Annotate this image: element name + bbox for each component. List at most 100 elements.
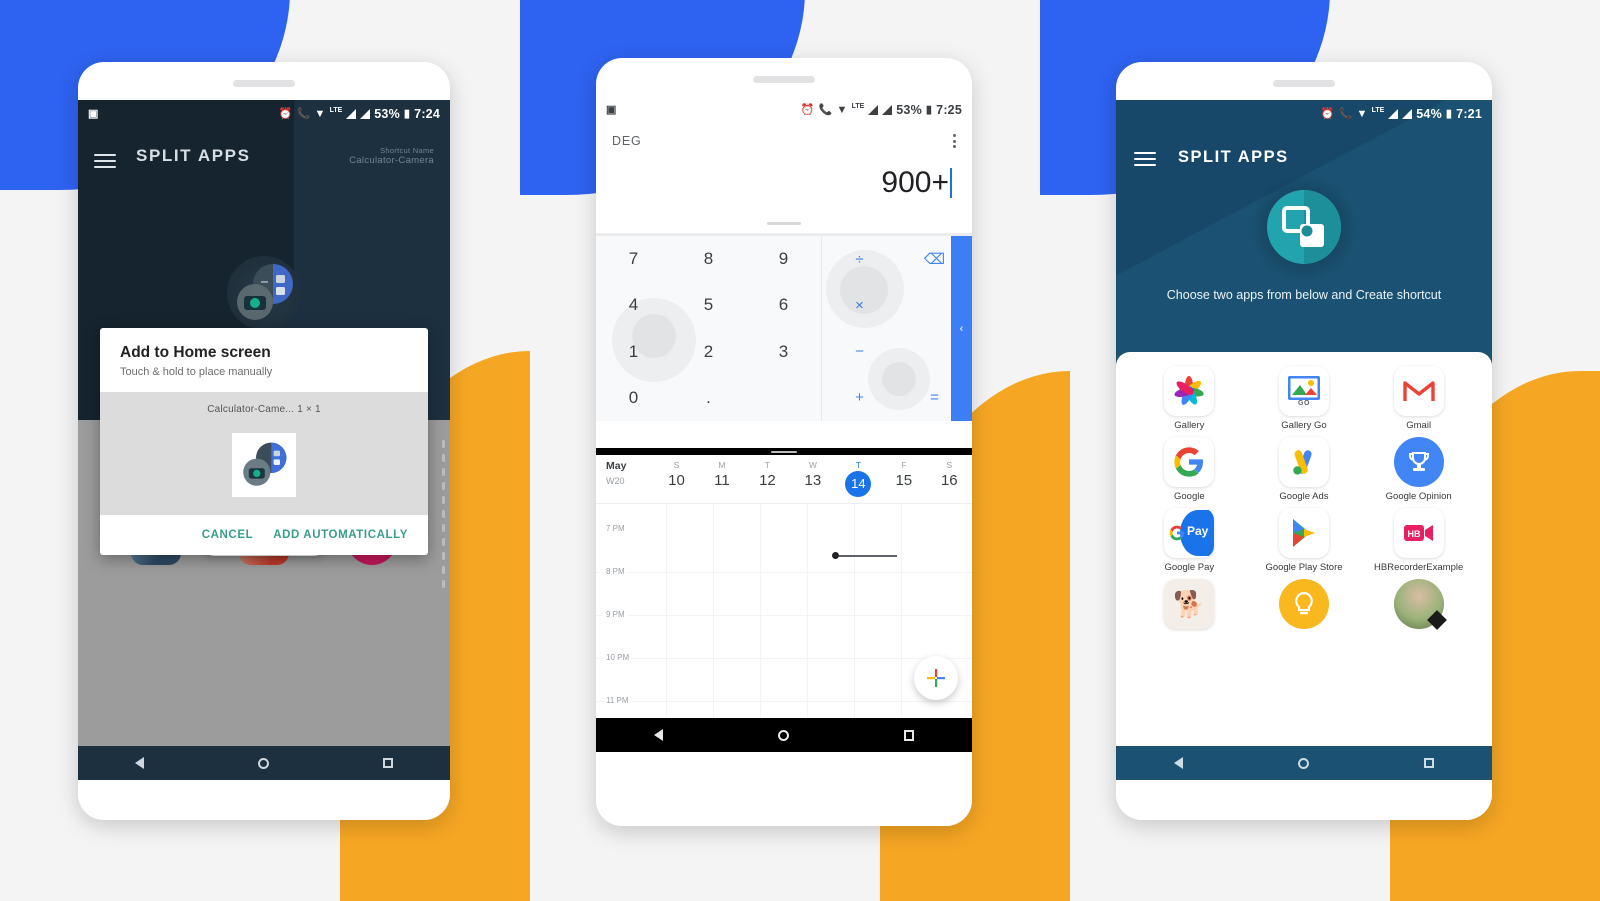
calendar-day-cell[interactable]: S 16 <box>927 460 972 497</box>
calendar-hour-row[interactable]: 9 PM <box>596 610 972 659</box>
app-item-portrait-photo[interactable] <box>1361 579 1476 633</box>
calendar-week-header: May W20 S 10 M 11 T 12 W 13 T 14 F 15 S … <box>596 455 972 504</box>
calendar-hour-row[interactable]: 7 PM <box>596 524 972 573</box>
calendar-day-cell[interactable]: T 12 <box>745 460 790 497</box>
calendar-hour-label: 9 PM <box>604 610 627 619</box>
widget-size-label: Calculator-Came... 1 × 1 <box>207 404 321 415</box>
calendar-time-grid[interactable]: 7 PM 8 PM 9 PM 10 PM 11 PM <box>596 504 972 745</box>
app-item-google[interactable]: Google <box>1132 437 1247 502</box>
calendar-dow-label: S <box>946 460 953 470</box>
earpiece-speaker <box>1273 80 1335 87</box>
split-apps-logo-icon <box>237 264 293 320</box>
app-label: Gmail <box>1406 420 1432 431</box>
operator-keys: ÷ ⌫ × − + = <box>822 236 972 421</box>
phone3-logo-area <box>1116 170 1492 282</box>
dialog-subtitle: Touch & hold to place manually <box>120 366 273 378</box>
dialog-header: Add to Home screen Touch & hold to place… <box>100 328 428 392</box>
signal-icon-2 <box>360 109 371 119</box>
battery-icon: ▮ <box>403 107 411 120</box>
hamburger-icon[interactable] <box>1134 148 1156 170</box>
back-icon[interactable] <box>1173 757 1183 769</box>
key-7[interactable]: 7 <box>596 236 671 282</box>
hbrecorder-icon: HB <box>1393 508 1444 558</box>
hamburger-icon[interactable] <box>94 150 116 172</box>
calendar-day-number: 12 <box>759 472 776 489</box>
earpiece-speaker <box>753 76 815 83</box>
shortcut-name-block: Shortcut Name Calculator-Camera <box>349 146 434 166</box>
home-icon[interactable] <box>777 729 789 741</box>
calculator-pane: ▣ ⏰ 📞 ▼ LTE 53% ▮ 7:25 DEG 900+ 7 8 9 4 … <box>596 96 972 448</box>
app-item-google-opinion[interactable]: Google Opinion <box>1361 437 1476 502</box>
app-item-google-pay[interactable]: Pay Google Pay <box>1132 508 1247 573</box>
key-ripple <box>882 362 916 396</box>
calendar-dow-label: T <box>855 460 861 470</box>
calculator-toolbar: DEG <box>596 124 972 148</box>
split-screen-divider-handle[interactable] <box>767 222 801 225</box>
wifi-icon: ▼ <box>314 107 326 120</box>
google-play-icon <box>1278 508 1329 558</box>
split-divider-bar[interactable] <box>596 448 972 455</box>
calendar-day-cell[interactable]: M 11 <box>699 460 744 497</box>
app-item-lightbulb[interactable] <box>1247 579 1362 633</box>
calendar-hour-label: 8 PM <box>604 567 627 576</box>
home-icon[interactable] <box>258 757 269 769</box>
calendar-day-cell[interactable]: W 13 <box>790 460 835 497</box>
app-item-gmail[interactable]: Gmail <box>1361 366 1476 431</box>
calendar-day-number: 13 <box>804 472 822 489</box>
overflow-menu-icon[interactable] <box>953 134 956 148</box>
calendar-day-cell[interactable]: S 10 <box>654 460 699 497</box>
add-event-icon <box>927 669 945 687</box>
back-icon[interactable] <box>135 757 144 769</box>
app-label: HBRecorderExample <box>1374 562 1464 573</box>
recents-icon[interactable] <box>904 729 915 741</box>
app-item-hbrecorder[interactable]: HB HBRecorderExample <box>1361 508 1476 573</box>
app-item-gallery-go[interactable]: GO Gallery Go <box>1247 366 1362 431</box>
calendar-day-cell[interactable]: F 15 <box>881 460 926 497</box>
calendar-day-number: 11 <box>714 472 730 489</box>
google-pay-icon: Pay <box>1164 508 1215 558</box>
phone3-screen: ⏰ 📞 ▼ LTE 54% ▮ 7:21 SPLIT APPS Choose t… <box>1116 100 1492 780</box>
app-picker-sheet: Gallery GO Gallery Go Gmail Google Googl… <box>1116 352 1492 780</box>
back-icon[interactable] <box>653 729 663 741</box>
key-decimal[interactable]: . <box>671 375 746 421</box>
split-apps-shortcut-icon <box>243 442 287 486</box>
google-ads-icon <box>1278 437 1329 487</box>
calculator-keypad: 7 8 9 4 5 6 1 2 3 0 . ÷ ⌫ × − + = ‹ <box>596 236 972 421</box>
key-blank <box>746 375 821 421</box>
app-label: Google Opinion <box>1385 491 1452 502</box>
calendar-week-label: W20 <box>606 476 625 486</box>
screenshot-icon: ▣ <box>88 107 99 120</box>
key-6[interactable]: 6 <box>746 282 821 328</box>
app-item-google-play[interactable]: Google Play Store <box>1247 508 1362 573</box>
calendar-day-number: 15 <box>895 472 913 489</box>
phone2-chin <box>596 786 972 826</box>
add-event-button[interactable] <box>914 656 958 700</box>
calculator-display: 900+ <box>596 148 972 200</box>
calendar-day-cell-selected[interactable]: T 14 <box>836 460 881 497</box>
expand-panel-handle[interactable]: ‹ <box>951 236 972 421</box>
calendar-day-number: 16 <box>940 472 958 489</box>
app-item-google-ads[interactable]: Google Ads <box>1247 437 1362 502</box>
key-9[interactable]: 9 <box>746 236 821 282</box>
wifi-icon: ▼ <box>836 103 848 116</box>
missed-call-icon: 📞 <box>818 103 833 116</box>
battery-percent: 54% <box>1416 107 1442 121</box>
key-8[interactable]: 8 <box>671 236 746 282</box>
calendar-hour-row[interactable]: 8 PM <box>596 567 972 616</box>
key-0[interactable]: 0 <box>596 375 671 421</box>
app-item-dog-photo[interactable]: 🐕 <box>1132 579 1247 633</box>
calendar-dow-label: F <box>901 460 907 470</box>
clock-label: 7:25 <box>936 103 962 117</box>
key-3[interactable]: 3 <box>746 329 821 375</box>
tagline: Choose two apps from below and Create sh… <box>1166 288 1442 302</box>
dialog-actions: CANCEL ADD AUTOMATICALLY <box>100 515 428 555</box>
home-icon[interactable] <box>1297 757 1309 769</box>
recents-icon[interactable] <box>1424 758 1435 768</box>
app-item-gallery[interactable]: Gallery <box>1132 366 1247 431</box>
cancel-button[interactable]: CANCEL <box>202 529 254 541</box>
add-automatically-button[interactable]: ADD AUTOMATICALLY <box>273 529 408 541</box>
widget-preview[interactable] <box>232 433 296 497</box>
angle-mode-label[interactable]: DEG <box>612 134 642 148</box>
calendar-month-label: May <box>606 460 627 472</box>
recents-icon[interactable] <box>383 758 393 768</box>
